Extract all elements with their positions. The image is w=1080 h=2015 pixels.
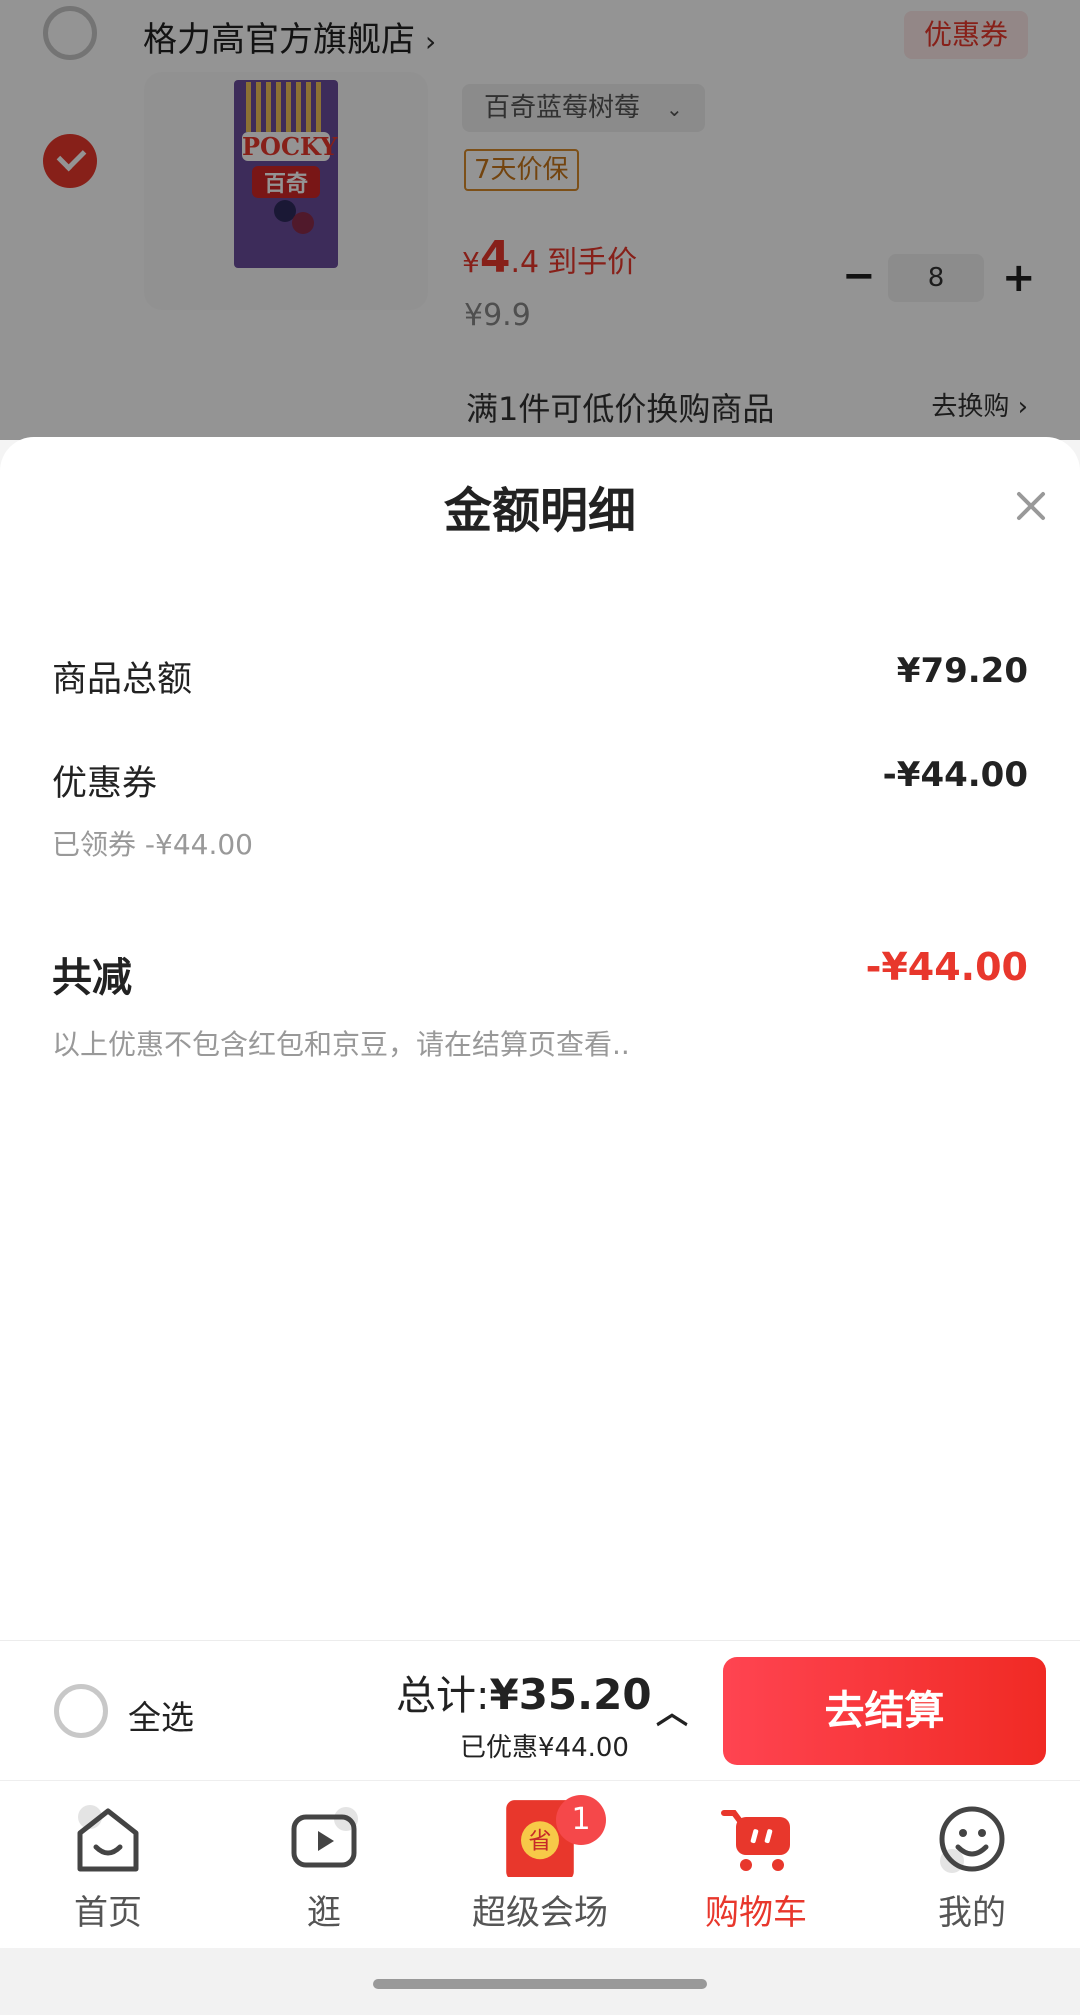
nav-label: 购物车 (705, 1893, 807, 1933)
nav-label: 逛 (307, 1893, 341, 1933)
modal-overlay[interactable] (0, 0, 1080, 440)
total-price: 总计:¥35.20 (396, 1663, 652, 1721)
nav-item-home[interactable]: 首页 (0, 1781, 216, 1949)
goods-total-value: ¥79.20 (896, 651, 1028, 691)
total-prefix: 总计: (396, 1673, 490, 1719)
total-reduction-label: 共减 (52, 955, 132, 1001)
nav-label: 超级会场 (472, 1893, 608, 1933)
coupon-label: 优惠券 (52, 764, 158, 804)
home-indicator[interactable] (373, 1979, 707, 1989)
checkout-bar: 全选 总计:¥35.20 已优惠¥44.00 ︿ 去结算 (0, 1640, 1080, 1780)
envelope-char: 省 (528, 1828, 551, 1855)
discount-note: 以上优惠不包含红包和京豆，请在结算页查看.. (52, 1028, 630, 1061)
video-play-icon (291, 1807, 358, 1868)
goods-total-label: 商品总额 (52, 660, 193, 700)
total-amount: ¥35.20 (489, 1670, 652, 1719)
chevron-up-icon[interactable]: ︿ (656, 1687, 688, 1733)
coupon-sub-detail: 已领券 -¥44.00 (52, 828, 253, 861)
select-all-radio[interactable] (54, 1684, 108, 1738)
coupon-value: -¥44.00 (882, 755, 1028, 795)
nav-item-cart[interactable]: 购物车 (648, 1781, 864, 1949)
smiley-profile-icon (939, 1806, 1005, 1873)
cart-icon (721, 1810, 790, 1871)
bottom-nav: 首页 逛 省 1 超级会场 购物车 我的 (0, 1780, 1080, 1948)
nav-item-mine[interactable]: 我的 (864, 1781, 1080, 1949)
nav-item-browse[interactable]: 逛 (216, 1781, 432, 1949)
nav-label: 首页 (74, 1893, 142, 1933)
amount-detail-sheet: 金额明细 商品总额 ¥79.20 优惠券 -¥44.00 已领券 -¥44.00… (0, 437, 1080, 1640)
notification-badge: 1 (556, 1795, 606, 1845)
checkout-button[interactable]: 去结算 (723, 1657, 1046, 1765)
nav-label: 我的 (938, 1893, 1006, 1933)
system-gesture-area (0, 1948, 1080, 2015)
select-all-label[interactable]: 全选 (128, 1691, 194, 1739)
close-icon[interactable] (1006, 481, 1056, 531)
nav-item-super-venue[interactable]: 省 1 超级会场 (432, 1781, 648, 1949)
home-icon (77, 1805, 139, 1872)
sheet-title: 金额明细 (443, 483, 636, 539)
saved-amount: 已优惠¥44.00 (460, 1733, 629, 1763)
total-reduction-value: -¥44.00 (865, 945, 1028, 989)
